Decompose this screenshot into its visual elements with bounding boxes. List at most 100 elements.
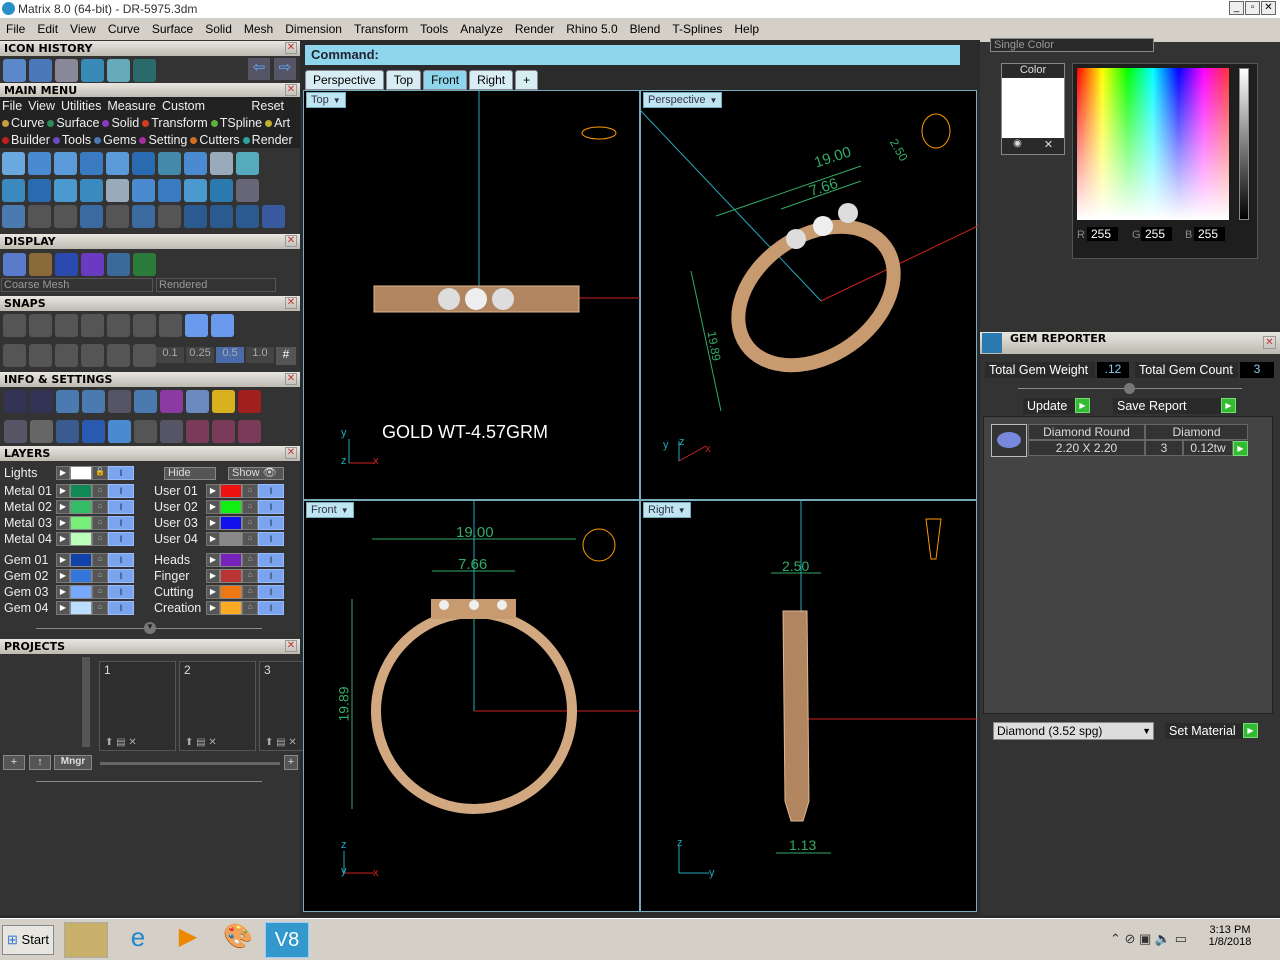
tool-icon[interactable]: [184, 179, 207, 202]
color-spectrum-picker[interactable]: [1077, 68, 1229, 220]
expand-icon[interactable]: ▶: [206, 568, 220, 583]
tool-icon[interactable]: [186, 390, 209, 413]
tool-icon[interactable]: [28, 179, 51, 202]
layer-color[interactable]: [220, 552, 242, 567]
collapse-icon[interactable]: ▼: [144, 622, 156, 634]
tool-icon[interactable]: [134, 390, 157, 413]
tool-icon[interactable]: [107, 344, 130, 367]
category-art[interactable]: Art: [263, 116, 290, 130]
tool-icon[interactable]: [4, 390, 27, 413]
project-slot[interactable]: 2 ⬆ ▤ ✕: [179, 661, 256, 751]
category-transform[interactable]: Transform: [140, 116, 208, 130]
save-report-button[interactable]: Save Report: [1113, 398, 1221, 414]
expand-icon[interactable]: ▶: [56, 584, 70, 599]
expand-icon[interactable]: ▶: [206, 515, 220, 530]
upload-project-button[interactable]: ↑: [29, 755, 51, 770]
viewport-label-right[interactable]: Right ▼: [643, 502, 691, 518]
add-slot-button[interactable]: +: [284, 755, 298, 770]
menu-file[interactable]: File: [0, 22, 31, 36]
tool-icon[interactable]: [2, 205, 25, 228]
tool-icon[interactable]: [210, 152, 233, 175]
menu-tools[interactable]: Tools: [414, 22, 454, 36]
visibility-toggle[interactable]: I: [258, 584, 284, 599]
visibility-toggle[interactable]: I: [108, 531, 134, 546]
tool-icon[interactable]: [134, 420, 157, 443]
tool-icon[interactable]: [3, 253, 26, 276]
tool-icon[interactable]: [236, 205, 259, 228]
tab-front[interactable]: Front: [423, 70, 468, 90]
menu-surface[interactable]: Surface: [146, 22, 199, 36]
tool-icon[interactable]: [210, 179, 233, 202]
hide-button[interactable]: Hide: [164, 467, 216, 480]
layer-color[interactable]: [70, 568, 92, 583]
tool-icon[interactable]: [160, 390, 183, 413]
layer-user-04[interactable]: User 04 ▶ ⌂ I: [154, 531, 284, 546]
viewport-label-front[interactable]: Front ▼: [306, 502, 354, 518]
snap-value-0.25[interactable]: 0.25: [186, 347, 214, 363]
tool-icon[interactable]: [56, 420, 79, 443]
material-select[interactable]: Diamond (3.52 spg) ▼: [993, 722, 1154, 740]
tool-icon[interactable]: [28, 205, 51, 228]
layer-color[interactable]: [220, 600, 242, 615]
menu-analyze[interactable]: Analyze: [454, 22, 509, 36]
layer-color[interactable]: [220, 483, 242, 498]
layer-color[interactable]: [220, 499, 242, 514]
visibility-toggle[interactable]: I: [258, 568, 284, 583]
close-icon[interactable]: ✕: [285, 297, 297, 309]
lock-icon[interactable]: ⌂: [92, 515, 108, 530]
tool-icon[interactable]: [211, 314, 234, 337]
tool-icon[interactable]: [82, 420, 105, 443]
lock-icon[interactable]: ⌂: [242, 568, 258, 583]
tool-icon[interactable]: [2, 152, 25, 175]
expand-icon[interactable]: ▶: [56, 483, 70, 498]
start-button[interactable]: ⊞ Start: [2, 925, 54, 955]
tool-icon[interactable]: [55, 59, 78, 82]
visibility-toggle[interactable]: I: [108, 584, 134, 599]
tool-icon[interactable]: [106, 205, 129, 228]
tab-add[interactable]: +: [515, 70, 539, 90]
menu-t-splines[interactable]: T-Splines: [666, 22, 728, 36]
b-input[interactable]: 255: [1194, 227, 1225, 241]
slot-actions-icon[interactable]: ⬆ ▤ ✕: [105, 737, 137, 748]
layer-gem-04[interactable]: Gem 04 ▶ ⌂ I: [4, 600, 134, 615]
category-gems[interactable]: Gems: [92, 133, 136, 147]
visibility-toggle[interactable]: I: [108, 465, 134, 480]
tool-icon[interactable]: [185, 314, 208, 337]
menu-render[interactable]: Render: [509, 22, 560, 36]
main-menu-file[interactable]: File: [2, 99, 22, 113]
tool-icon[interactable]: [55, 314, 78, 337]
current-color-swatch[interactable]: [1002, 78, 1064, 138]
viewport-label-perspective[interactable]: Perspective ▼: [643, 92, 723, 108]
back-arrow-icon[interactable]: ⇦: [248, 58, 270, 80]
main-menu-utilities[interactable]: Utilities: [61, 99, 101, 113]
set-material-button[interactable]: Set Material: [1165, 723, 1243, 739]
snap-value-0.5[interactable]: 0.5: [216, 347, 244, 363]
layer-color[interactable]: [70, 465, 92, 480]
viewport-label-top[interactable]: Top ▼: [306, 92, 346, 108]
tool-icon[interactable]: [184, 152, 207, 175]
tool-icon[interactable]: [238, 390, 261, 413]
menu-edit[interactable]: Edit: [31, 22, 64, 36]
layer-gem-01[interactable]: Gem 01 ▶ ⌂ I: [4, 552, 134, 567]
visibility-toggle[interactable]: I: [258, 515, 284, 530]
snap-value-0.1[interactable]: 0.1: [156, 347, 184, 363]
tool-icon[interactable]: [80, 205, 103, 228]
expand-icon[interactable]: ▶: [56, 552, 70, 567]
menu-dimension[interactable]: Dimension: [279, 22, 348, 36]
close-icon[interactable]: ✕: [285, 235, 297, 247]
lock-icon[interactable]: ⌂: [242, 584, 258, 599]
update-button[interactable]: Update: [1023, 398, 1075, 414]
category-setting[interactable]: Setting: [137, 133, 187, 147]
expand-icon[interactable]: ▶: [206, 584, 220, 599]
layer-metal-04[interactable]: Metal 04 ▶ ⌂ I: [4, 531, 134, 546]
tool-icon[interactable]: [158, 152, 181, 175]
tool-icon[interactable]: [184, 205, 207, 228]
viewport-perspective[interactable]: Perspective ▼ 19.00 7.66 2.50 19.89 y z x: [640, 90, 978, 500]
lock-icon[interactable]: ⌂: [92, 600, 108, 615]
category-builder[interactable]: Builder: [0, 133, 50, 147]
expand-icon[interactable]: ▶: [206, 483, 220, 498]
layer-finger[interactable]: Finger ▶ ⌂ I: [154, 568, 284, 583]
tool-icon[interactable]: [28, 152, 51, 175]
lock-icon[interactable]: ⌂: [92, 568, 108, 583]
tool-icon[interactable]: [3, 59, 26, 82]
